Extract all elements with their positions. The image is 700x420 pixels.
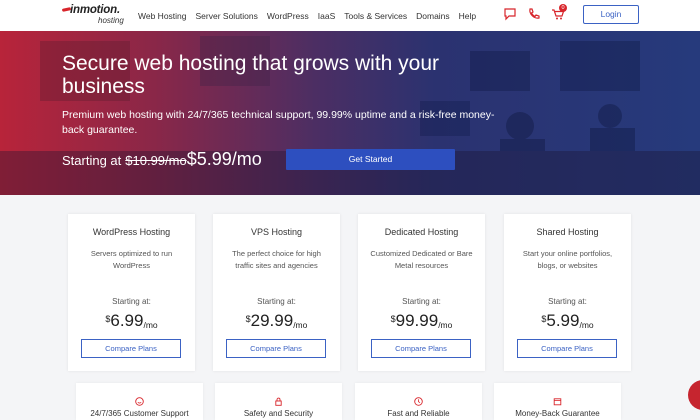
price-period: /mo [293,320,308,330]
clock-icon [414,393,423,406]
plan-starting-label: Starting at: [548,297,587,306]
plan-title: VPS Hosting [250,227,303,237]
price-amount: 29.99 [250,311,294,330]
nav-icons: 0 [503,4,575,21]
plan-title: Shared Hosting [536,227,599,237]
plan-cards: WordPress Hosting Servers optimized to r… [68,214,631,371]
plan-description: Servers optimized to run WordPress [90,249,173,270]
plan-starting-label: Starting at: [402,297,441,306]
hero-new-price: $5.99/mo [186,149,262,169]
plan-price: $ 29.99 /mo [213,311,340,331]
price-period: /mo [143,320,158,330]
plan-description: Customized Dedicated or Bare Metal resou… [370,249,473,270]
feature-guarantee: Money-Back Guarantee [494,383,621,420]
logo-sub: hosting [98,16,124,25]
menu-web-hosting[interactable]: Web Hosting [138,11,187,21]
plan-description: The perfect choice for high traffic site… [232,249,321,270]
hero-price: Starting at $10.99/mo $5.99/mo [62,149,262,170]
smile-icon [135,393,144,406]
price-amount: 5.99 [546,311,580,330]
plan-price: $ 99.99 /mo [358,311,485,331]
feature-reliable: Fast and Reliable [355,383,482,420]
plan-card-shared: Shared Hosting Start your online portfol… [504,214,631,371]
main-menu: Web Hosting Server Solutions WordPress I… [138,0,485,31]
hero-subtitle: Premium web hosting with 24/7/365 techni… [62,109,495,136]
price-period: /mo [438,320,453,330]
login-button[interactable]: Login [583,5,639,24]
top-nav: inmotion. hosting Web Hosting Server Sol… [0,0,700,31]
menu-domains[interactable]: Domains [416,11,450,21]
feature-support: 24/7/365 Customer Support [76,383,203,420]
compare-plans-button[interactable]: Compare Plans [81,339,181,358]
plan-starting-label: Starting at: [112,297,151,306]
menu-help[interactable]: Help [459,11,476,21]
hero-old-price: $10.99/mo [125,153,187,168]
cart-count-badge: 0 [559,4,567,12]
phone-icon[interactable] [527,7,541,21]
compare-plans-button[interactable]: Compare Plans [517,339,617,358]
feature-label: Money-Back Guarantee [515,409,600,418]
feature-security: Safety and Security [215,383,342,420]
inmotion-logo[interactable]: inmotion. hosting [61,4,132,26]
plan-starting-label: Starting at: [257,297,296,306]
plan-price: $ 6.99 /mo [68,311,195,331]
hero-price-prefix: Starting at [62,153,122,168]
plan-card-dedicated: Dedicated Hosting Customized Dedicated o… [358,214,485,371]
hero-title: Secure web hosting that grows with your … [62,52,440,98]
plan-price: $ 5.99 /mo [504,311,631,331]
feature-label: Safety and Security [243,409,314,418]
chat-icon[interactable] [503,7,517,21]
lock-icon [274,393,283,406]
logo-name: inmotion. [70,4,120,16]
feature-label: 24/7/365 Customer Support [90,409,189,418]
price-period: /mo [579,320,594,330]
plan-description: Start your online portfolios, blogs, or … [522,249,613,270]
menu-wordpress[interactable]: WordPress [267,11,309,21]
feature-label: Fast and Reliable [387,409,450,418]
compare-plans-button[interactable]: Compare Plans [371,339,471,358]
plan-title: WordPress Hosting [92,227,171,237]
cart-icon[interactable]: 0 [551,4,567,21]
price-amount: 99.99 [395,311,439,330]
menu-tools-services[interactable]: Tools & Services [344,11,407,21]
plan-title: Dedicated Hosting [384,227,459,237]
price-amount: 6.99 [110,311,144,330]
menu-iaas[interactable]: IaaS [318,11,336,21]
plan-card-wordpress: WordPress Hosting Servers optimized to r… [68,214,195,371]
get-started-button[interactable]: Get Started [286,149,455,170]
live-chat-bubble[interactable] [688,380,700,410]
menu-server-solutions[interactable]: Server Solutions [196,11,258,21]
compare-plans-button[interactable]: Compare Plans [226,339,326,358]
plan-card-vps: VPS Hosting The perfect choice for high … [213,214,340,371]
calendar-icon [553,393,562,406]
hero-banner: Secure web hosting that grows with your … [0,31,700,195]
